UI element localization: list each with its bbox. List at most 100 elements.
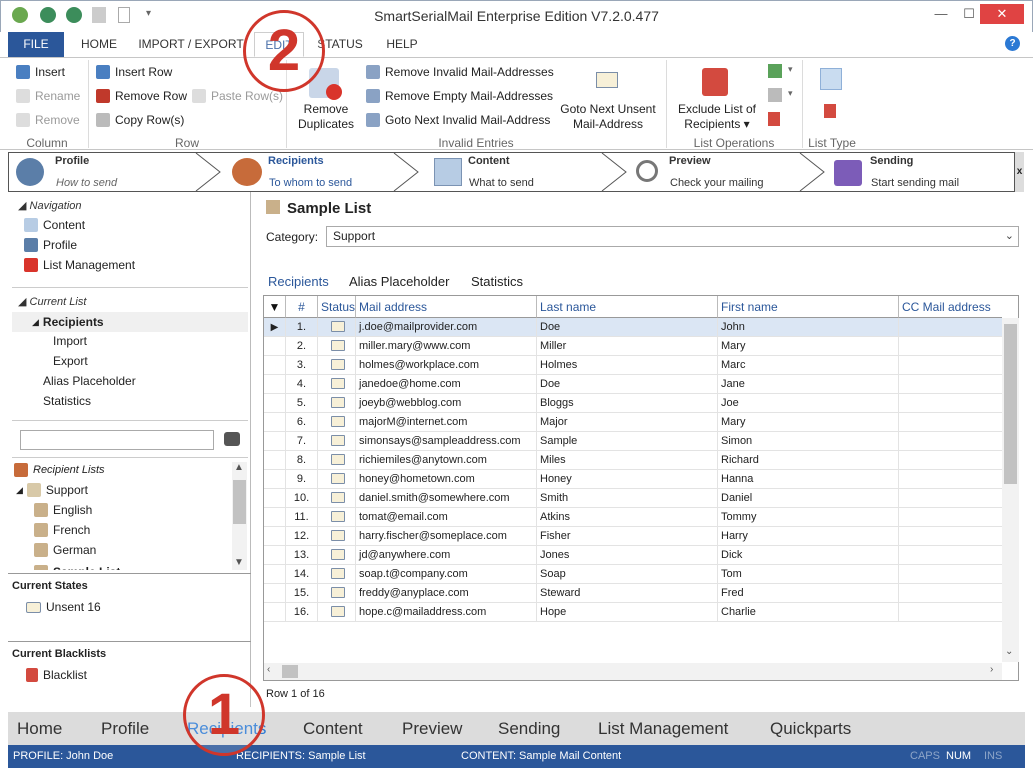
import-export-menu[interactable]: IMPORT / EXPORT (136, 32, 246, 57)
row-status[interactable] (318, 318, 356, 337)
row-selector[interactable] (264, 432, 286, 451)
row-first-name[interactable]: Mary (718, 337, 899, 356)
tree-support[interactable]: ◢Support (16, 480, 88, 500)
row-selector[interactable] (264, 394, 286, 413)
row-cc-mail-address[interactable] (899, 318, 1002, 337)
row-selector[interactable] (264, 508, 286, 527)
table-row[interactable]: 8. richiemiles@anytown.comMilesRichard (264, 451, 1002, 470)
row-mail-address[interactable]: daniel.smith@somewhere.com (356, 489, 537, 508)
scroll-right-icon[interactable]: › (990, 664, 993, 675)
nav-profile[interactable]: Profile (24, 235, 77, 255)
row-first-name[interactable]: Daniel (718, 489, 899, 508)
grid-menu-icon[interactable]: ▼ (264, 296, 286, 318)
row-first-name[interactable]: Tom (718, 565, 899, 584)
grid-vscrollbar-thumb[interactable] (1004, 324, 1017, 484)
row-status[interactable] (318, 489, 356, 508)
row-mail-address[interactable]: janedoe@home.com (356, 375, 537, 394)
blacklist-item[interactable]: Blacklist (26, 665, 87, 685)
row-first-name[interactable]: Dick (718, 546, 899, 565)
row-status[interactable] (318, 432, 356, 451)
row-selector[interactable] (264, 565, 286, 584)
row-status[interactable] (318, 451, 356, 470)
row-cc-mail-address[interactable] (899, 603, 1002, 622)
row-number[interactable]: 15. (286, 584, 318, 603)
row-last-name[interactable]: Doe (537, 375, 718, 394)
insert-row-button[interactable]: Insert Row (96, 62, 172, 82)
scroll-down-icon[interactable]: ▼ (234, 557, 244, 568)
bottom-tab-quickparts[interactable]: Quickparts (770, 712, 851, 745)
col-first-name[interactable]: First name (718, 296, 899, 318)
scroll-up-icon[interactable]: ▲ (234, 462, 244, 473)
table-row[interactable]: 5.joeyb@webblog.comBloggsJoe (264, 394, 1002, 413)
table-row[interactable]: 6.majorM@internet.comMajorMary (264, 413, 1002, 432)
row-last-name[interactable]: Miles (537, 451, 718, 470)
row-number[interactable]: 2. (286, 337, 318, 356)
help-menu[interactable]: HELP (380, 32, 424, 57)
row-cc-mail-address[interactable] (899, 584, 1002, 603)
row-number[interactable]: 10. (286, 489, 318, 508)
row-selector[interactable] (264, 413, 286, 432)
current-list-section-head[interactable]: ◢ Current List (18, 295, 86, 308)
row-last-name[interactable]: Bloggs (537, 394, 718, 413)
row-mail-address[interactable]: j.doe@mailprovider.com (356, 318, 537, 337)
row-cc-mail-address[interactable] (899, 356, 1002, 375)
tab-statistics[interactable]: Statistics (471, 274, 523, 289)
scroll-left-icon[interactable]: ‹ (267, 664, 270, 675)
row-number[interactable]: 12. (286, 527, 318, 546)
navigation-section-head[interactable]: ◢ Navigation (18, 199, 82, 212)
row-last-name[interactable]: Fisher (537, 527, 718, 546)
row-status[interactable] (318, 603, 356, 622)
row-last-name[interactable]: Jones (537, 546, 718, 565)
row-first-name[interactable]: Tommy (718, 508, 899, 527)
goto-next-unsent-button[interactable]: Goto Next UnsentMail-Address (556, 102, 660, 132)
remove-duplicates-button[interactable]: RemoveDuplicates (292, 102, 360, 132)
row-number[interactable]: 8. (286, 451, 318, 470)
row-status[interactable] (318, 565, 356, 584)
row-selector[interactable] (264, 337, 286, 356)
row-last-name[interactable]: Doe (537, 318, 718, 337)
row-cc-mail-address[interactable] (899, 470, 1002, 489)
row-last-name[interactable]: Major (537, 413, 718, 432)
row-first-name[interactable]: Jane (718, 375, 899, 394)
row-number[interactable]: 9. (286, 470, 318, 489)
row-last-name[interactable]: Steward (537, 584, 718, 603)
row-cc-mail-address[interactable] (899, 432, 1002, 451)
bottom-tab-content[interactable]: Content (303, 712, 363, 745)
minimize-icon[interactable]: — (928, 4, 954, 24)
row-selector[interactable] (264, 451, 286, 470)
wizard-step-profile[interactable]: Profile (55, 155, 89, 167)
row-last-name[interactable]: Sample (537, 432, 718, 451)
row-mail-address[interactable]: richiemiles@anytown.com (356, 451, 537, 470)
tree-english[interactable]: English (34, 500, 92, 520)
row-mail-address[interactable]: freddy@anyplace.com (356, 584, 537, 603)
category-select[interactable]: Support⌄ (326, 226, 1019, 247)
wizard-step-content[interactable]: Content (468, 155, 510, 167)
wizard-step-recipients[interactable]: Recipients (268, 155, 324, 167)
row-number[interactable]: 1. (286, 318, 318, 337)
row-selector[interactable] (264, 584, 286, 603)
row-mail-address[interactable]: joeyb@webblog.com (356, 394, 537, 413)
binoculars-icon[interactable] (224, 432, 240, 446)
row-status[interactable] (318, 527, 356, 546)
file-menu[interactable]: FILE (8, 32, 64, 57)
table-row[interactable]: 11.tomat@email.comAtkinsTommy (264, 508, 1002, 527)
list-search-input[interactable] (20, 430, 214, 450)
row-last-name[interactable]: Smith (537, 489, 718, 508)
row-first-name[interactable]: Fred (718, 584, 899, 603)
row-status[interactable] (318, 584, 356, 603)
row-number[interactable]: 14. (286, 565, 318, 584)
remove-invalid-button[interactable]: Remove Invalid Mail-Addresses (366, 62, 554, 82)
row-selector[interactable] (264, 356, 286, 375)
copy-rows-button[interactable]: Copy Row(s) (96, 110, 184, 130)
row-last-name[interactable]: Atkins (537, 508, 718, 527)
table-row[interactable]: 4.janedoe@home.comDoeJane (264, 375, 1002, 394)
row-status[interactable] (318, 337, 356, 356)
row-cc-mail-address[interactable] (899, 565, 1002, 584)
row-first-name[interactable]: Richard (718, 451, 899, 470)
row-number[interactable]: 7. (286, 432, 318, 451)
row-cc-mail-address[interactable] (899, 508, 1002, 527)
row-number[interactable]: 11. (286, 508, 318, 527)
grid-hscrollbar[interactable] (264, 663, 1002, 680)
tab-recipients[interactable]: Recipients (268, 274, 329, 289)
table-row[interactable]: 2.miller.mary@www.comMillerMary (264, 337, 1002, 356)
